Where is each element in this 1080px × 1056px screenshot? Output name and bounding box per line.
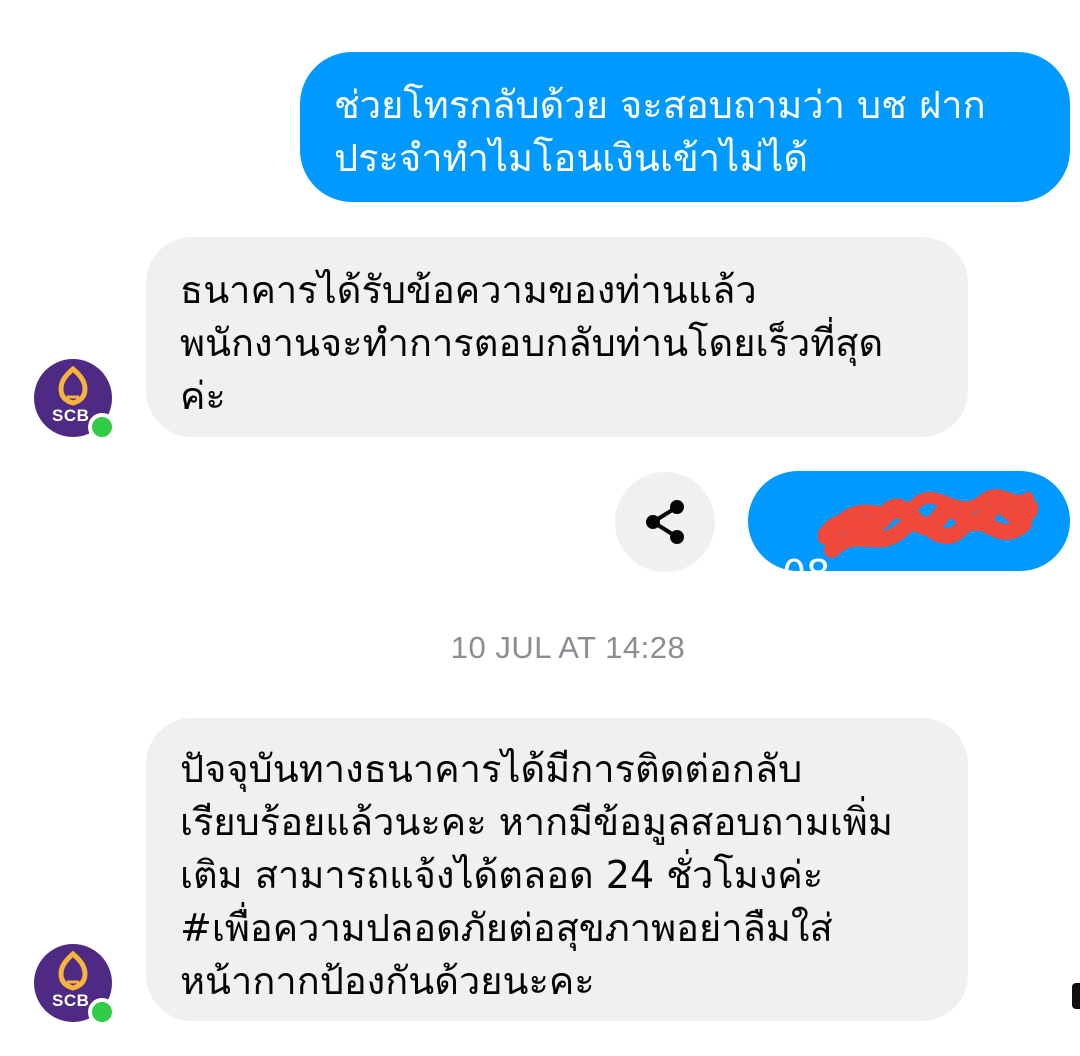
avatar-brand-text: SCB: [52, 406, 90, 425]
avatar-brand-text: SCB: [52, 991, 90, 1010]
incoming-message-bubble[interactable]: ปัจจุบันทางธนาคารได้มีการติดต่อกลับ เรีย…: [146, 718, 968, 1021]
sender-avatar[interactable]: SCB: [34, 944, 116, 1026]
share-icon: [646, 500, 684, 544]
incoming-message-bubble[interactable]: ธนาคารได้รับข้อความของท่านแล้ว พนักงานจะ…: [146, 237, 968, 437]
online-status-dot: [88, 998, 116, 1026]
sender-avatar[interactable]: SCB: [34, 359, 116, 441]
phone-number-message-bubble[interactable]: 08: [748, 471, 1070, 571]
online-status-dot: [88, 413, 116, 441]
scroll-edge-indicator: [1072, 983, 1080, 1009]
share-button[interactable]: [615, 472, 715, 572]
message-timestamp: 10 JUL AT 14:28: [450, 630, 686, 665]
outgoing-message-bubble[interactable]: ช่วยโทรกลับด้วย จะสอบถามว่า บช ฝาก ประจำ…: [300, 52, 1070, 202]
phone-number-link[interactable]: 08: [782, 548, 830, 571]
